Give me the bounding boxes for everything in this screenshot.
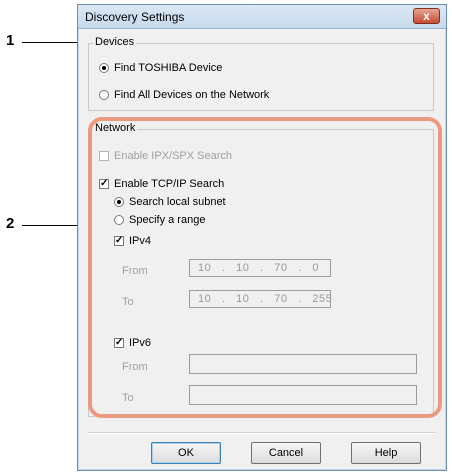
ipv4-from-field[interactable]: 10 . 10 . 70 . 0: [189, 259, 331, 277]
tcp-ip-label: Enable TCP/IP Search: [114, 178, 225, 190]
button-separator: [88, 432, 436, 434]
radio-selected-icon: [99, 63, 109, 73]
close-button[interactable]: x: [413, 8, 440, 24]
checkbox-checked-icon: ✓: [99, 178, 109, 189]
find-all-label: Find All Devices on the Network: [114, 89, 270, 101]
find-toshiba-label: Find TOSHIBA Device: [114, 62, 223, 74]
tcp-ip-checkbox[interactable]: ✓ Enable TCP/IP Search: [99, 178, 224, 190]
network-group: Network Enable IPX/SPX Search ✓ Enable T…: [88, 122, 434, 417]
search-local-subnet-label: Search local subnet: [129, 196, 226, 208]
help-button[interactable]: Help: [351, 442, 421, 464]
cancel-button[interactable]: Cancel: [251, 442, 321, 464]
radio-unselected-icon: [99, 90, 109, 100]
dialog-title: Discovery Settings: [85, 10, 185, 24]
callout-number-2: 2: [6, 215, 15, 232]
ipx-spx-checkbox[interactable]: Enable IPX/SPX Search: [99, 150, 232, 162]
ipv6-to-label: To: [122, 392, 134, 404]
ok-button[interactable]: OK: [151, 442, 221, 464]
close-icon: x: [423, 9, 430, 23]
checkbox-checked-icon: ✓: [114, 235, 124, 246]
network-legend: Network: [93, 122, 138, 134]
specify-range-label: Specify a range: [129, 214, 206, 226]
devices-legend: Devices: [93, 36, 137, 48]
ipv4-to-label: To: [122, 296, 134, 308]
ipv4-to-value: 10 . 10 . 70 . 255: [198, 293, 333, 305]
radio-unselected-icon: [114, 215, 124, 225]
discovery-settings-dialog: Discovery Settings x Devices Find TOSHIB…: [77, 4, 447, 471]
ipv6-checkbox[interactable]: ✓ IPv6: [114, 337, 151, 349]
checkbox-checked-icon: ✓: [114, 337, 124, 348]
find-toshiba-radio[interactable]: Find TOSHIBA Device: [99, 62, 222, 74]
ipv4-checkbox[interactable]: ✓ IPv4: [114, 235, 151, 247]
ipv4-from-value: 10 . 10 . 70 . 0: [198, 262, 320, 274]
title-bar[interactable]: Discovery Settings x: [78, 5, 446, 29]
ipx-spx-label: Enable IPX/SPX Search: [114, 150, 233, 162]
search-local-subnet-radio[interactable]: Search local subnet: [114, 196, 226, 208]
ipv6-label: IPv6: [129, 337, 152, 349]
find-all-radio[interactable]: Find All Devices on the Network: [99, 89, 269, 101]
ipv6-to-field[interactable]: [189, 385, 417, 405]
ipv4-label: IPv4: [129, 235, 152, 247]
ipv6-from-field[interactable]: [189, 354, 417, 374]
ipv4-to-field[interactable]: 10 . 10 . 70 . 255: [189, 290, 333, 308]
ipv6-from-label: From: [122, 361, 148, 373]
checkbox-empty-icon: [99, 151, 109, 161]
ipv4-from-label: From: [122, 265, 148, 277]
specify-range-radio[interactable]: Specify a range: [114, 214, 205, 226]
radio-selected-icon: [114, 197, 124, 207]
devices-group: Devices Find TOSHIBA Device Find All Dev…: [88, 36, 434, 111]
callout-number-1: 1: [6, 32, 15, 49]
